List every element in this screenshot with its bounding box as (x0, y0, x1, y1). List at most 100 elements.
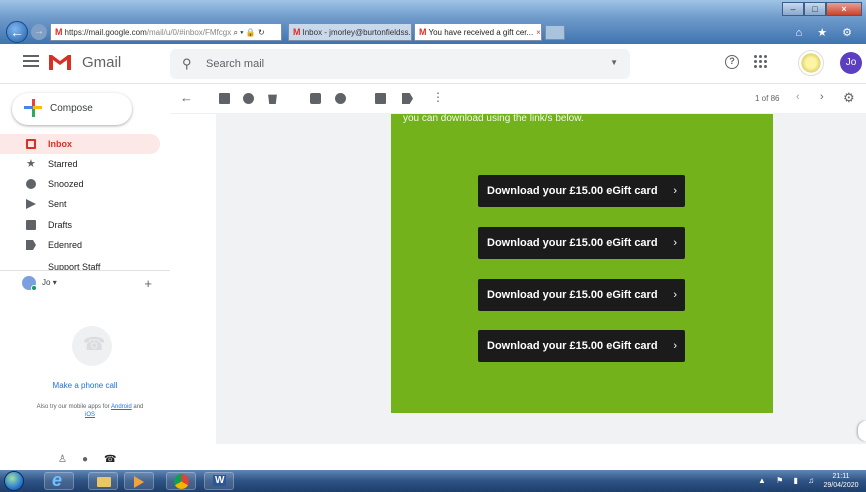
compose-plus-icon (24, 99, 42, 117)
android-link[interactable]: Android (111, 404, 132, 410)
move-to-icon[interactable] (375, 93, 386, 104)
sidebar-item-label: Snoozed (48, 179, 84, 189)
gmail-header: Gmail ⚲ Search mail ▼ ? Jo (0, 44, 866, 84)
clock-date: 29/04/2020 (823, 482, 859, 489)
gmail-favicon-icon: M (55, 27, 63, 37)
taskbar-clock[interactable]: 21:11 29/04/2020 (818, 472, 864, 490)
archive-icon[interactable] (219, 93, 230, 104)
word-taskbar-icon[interactable] (204, 472, 234, 490)
sidebar-item-label: Support Staff (48, 262, 101, 270)
download-egift-button[interactable]: Download your £15.00 eGift card › (478, 279, 685, 311)
message-count: 1 of 86 (755, 94, 780, 103)
account-avatar[interactable]: Jo (840, 52, 862, 74)
apps-grid-icon[interactable] (754, 55, 767, 68)
search-icon[interactable]: ⚲ (182, 56, 192, 72)
sidebar-item-label: Edenred (48, 240, 83, 250)
labels-icon[interactable] (402, 93, 413, 104)
system-tray-icons[interactable]: ▲ ⚑ ▮ ♫ (758, 476, 818, 485)
sidebar-item-starred[interactable]: ★ Starred (0, 154, 160, 174)
newer-chevron-icon[interactable]: ‹ (796, 91, 800, 103)
search-input[interactable]: ⚲ Search mail ▼ (170, 49, 630, 79)
maximize-button[interactable]: □ (804, 2, 826, 16)
inbox-icon (26, 139, 36, 149)
snooze-icon[interactable] (335, 93, 346, 104)
ios-link[interactable]: iOS (85, 412, 95, 418)
chevron-right-icon: › (673, 340, 677, 352)
hangouts-user-name: Jo ▾ (42, 278, 57, 287)
older-chevron-icon[interactable]: › (820, 91, 824, 103)
internet-explorer-taskbar-icon[interactable] (44, 470, 74, 491)
message-view: you can download using the link/s below.… (170, 113, 866, 470)
phone-icon[interactable]: ☎ (104, 454, 116, 465)
sidebar-item-sent[interactable]: Sent (0, 194, 160, 214)
media-player-taskbar-icon[interactable] (124, 472, 154, 490)
tab-label: Inbox - jmorley@burtonfieldss... (302, 28, 412, 37)
tab-gift-certificate[interactable]: M You have received a gift cer... × (414, 23, 542, 41)
more-options-icon[interactable]: ⋮ (432, 90, 444, 104)
star-icon: ★ (26, 158, 36, 170)
button-label: Download your £15.00 eGift card (487, 340, 658, 352)
address-scheme: https:// (64, 28, 89, 37)
sidebar-divider (0, 270, 170, 271)
gmail-favicon-icon: M (293, 27, 301, 37)
file-explorer-taskbar-icon[interactable] (88, 472, 118, 490)
chevron-right-icon: › (673, 237, 677, 249)
draft-icon (26, 220, 36, 230)
gmail-logo-icon[interactable] (48, 52, 72, 72)
sidebar-item-label: Drafts (48, 220, 73, 230)
address-actions[interactable]: ⌕ ▾ 🔒 ↻ (233, 28, 264, 37)
button-label: Download your £15.00 eGift card (487, 185, 658, 197)
sidebar-item-support-staff[interactable]: Support Staff (0, 262, 165, 270)
sidebar-item-drafts[interactable]: Drafts (0, 215, 160, 235)
delete-icon[interactable] (268, 94, 277, 104)
mark-unread-icon[interactable] (310, 93, 321, 104)
chat-icon[interactable]: ● (82, 454, 88, 465)
browser-tools-icons[interactable]: ⌂ ★ ⚙ (796, 26, 858, 39)
back-button[interactable]: ← (6, 21, 28, 43)
report-spam-icon[interactable] (243, 93, 254, 104)
clock-time: 21:11 (832, 473, 850, 480)
help-icon[interactable]: ? (725, 55, 739, 69)
online-status-icon (31, 285, 37, 291)
address-bar[interactable]: Mhttps://mail.google.com/mail/u/0/#inbox… (50, 23, 282, 41)
hangouts-user[interactable]: Jo ▾ + (22, 276, 162, 294)
download-egift-button[interactable]: Download your £15.00 eGift card › (478, 227, 685, 259)
tab-inbox[interactable]: M Inbox - jmorley@burtonfieldss... (288, 23, 412, 41)
label-icon (26, 240, 36, 250)
start-button[interactable] (4, 471, 24, 491)
tab-label: You have received a gift cer... (428, 28, 534, 37)
sidebar-item-snoozed[interactable]: Snoozed (0, 174, 160, 194)
minimize-button[interactable]: – (782, 2, 804, 16)
windows-taskbar: ▲ ⚑ ▮ ♫ 21:11 29/04/2020 (0, 470, 866, 492)
main-menu-icon[interactable] (23, 55, 39, 69)
add-contact-button[interactable]: + (144, 276, 152, 291)
compose-label: Compose (50, 103, 93, 114)
forward-button[interactable]: → (31, 24, 47, 40)
mobile-apps-note: Also try our mobile apps for Android and… (36, 404, 144, 418)
settings-gear-icon[interactable]: ⚙ (843, 90, 855, 106)
gmail-wordmark[interactable]: Gmail (82, 54, 121, 71)
chrome-taskbar-icon[interactable] (166, 472, 196, 490)
message-toolbar: ← ⋮ 1 of 86 ‹ › ⚙ (170, 84, 866, 114)
back-to-inbox-icon[interactable]: ← (180, 90, 193, 105)
side-panel-toggle[interactable] (858, 421, 866, 441)
clock-icon (26, 179, 36, 189)
organization-logo[interactable] (798, 50, 824, 76)
intro-text: you can download using the link/s below. (403, 113, 584, 124)
new-tab-button[interactable] (545, 25, 565, 40)
sidebar-item-inbox[interactable]: Inbox (0, 134, 160, 154)
chevron-right-icon: › (673, 289, 677, 301)
compose-button[interactable]: Compose (12, 93, 132, 125)
address-host: mail.google.com (88, 28, 147, 37)
close-window-button[interactable]: × (826, 2, 862, 16)
make-phone-call-link[interactable]: Make a phone call (0, 381, 170, 390)
person-icon[interactable]: ♙ (58, 454, 67, 465)
window-controls: – □ × (782, 2, 862, 16)
sidebar-item-edenred[interactable]: Edenred (0, 235, 160, 255)
tab-close-icon[interactable]: × (536, 28, 541, 37)
address-path: /mail/u/0/#inbox/FMfcgx (146, 28, 232, 37)
search-options-icon[interactable]: ▼ (610, 58, 618, 67)
sidebar-item-label: Sent (48, 199, 67, 209)
download-egift-button[interactable]: Download your £15.00 eGift card › (478, 175, 685, 207)
download-egift-button[interactable]: Download your £15.00 eGift card › (478, 330, 685, 362)
